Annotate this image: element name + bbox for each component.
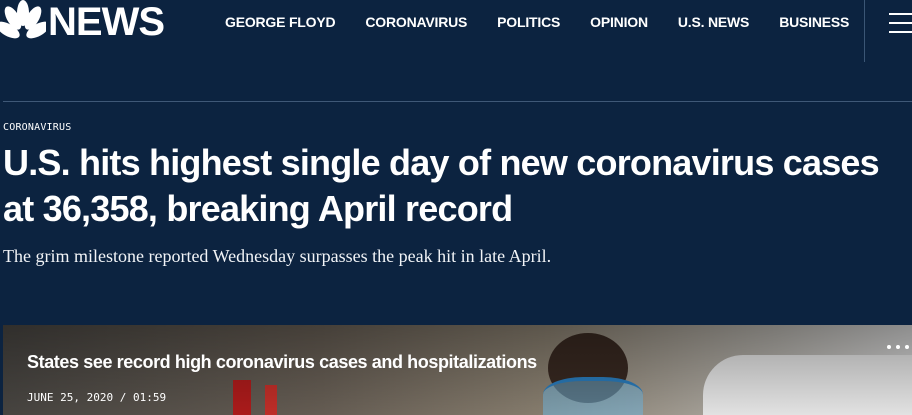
article-category-label[interactable]: CORONAVIRUS [3, 122, 71, 133]
nav-divider [864, 0, 865, 62]
nav-item-opinion[interactable]: OPINION [590, 12, 648, 32]
article-headline: U.S. hits highest single day of new coro… [3, 142, 880, 229]
section-divider [3, 101, 912, 102]
nbc-peacock-icon [0, 0, 46, 39]
video-date-duration: JUNE 25, 2020 / 01:59 [27, 391, 167, 404]
site-logo[interactable]: NEWS [0, 0, 165, 44]
article-dek: The grim milestone reported Wednesday su… [3, 246, 552, 266]
video-player[interactable]: States see record high coronavirus cases… [3, 325, 912, 415]
nav-item-politics[interactable]: POLITICS [497, 12, 560, 32]
main-nav: GEORGE FLOYD CORONAVIRUS POLITICS OPINIO… [225, 12, 879, 32]
video-title[interactable]: States see record high coronavirus cases… [27, 352, 537, 373]
nav-item-business[interactable]: BUSINESS [779, 12, 849, 32]
site-header: NEWS GEORGE FLOYD CORONAVIRUS POLITICS O… [0, 0, 912, 62]
more-options-icon[interactable] [887, 345, 912, 351]
nav-item-george-floyd[interactable]: GEORGE FLOYD [225, 12, 336, 32]
brand-name: NEWS [48, 0, 165, 44]
nav-item-us-news[interactable]: U.S. NEWS [678, 12, 750, 32]
nav-item-coronavirus[interactable]: CORONAVIRUS [365, 12, 467, 32]
hamburger-menu-icon[interactable] [889, 13, 912, 33]
